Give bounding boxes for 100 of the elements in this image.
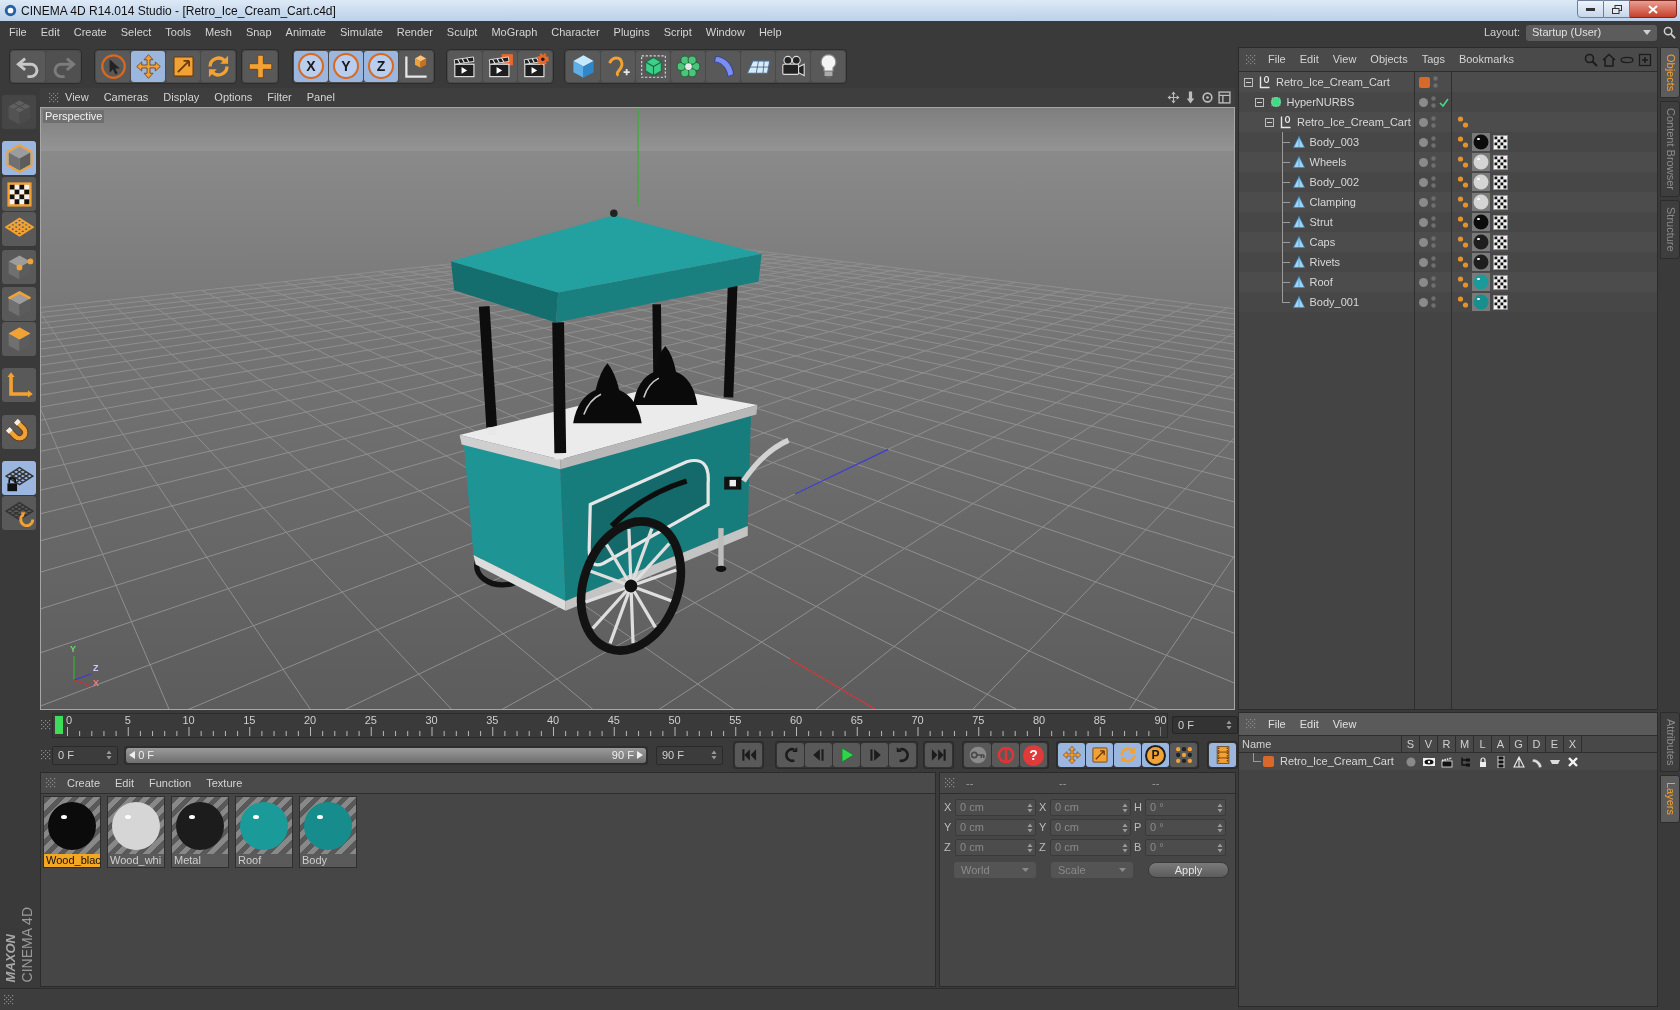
material-swatch[interactable]: Body — [299, 796, 357, 868]
dots-tag-icon[interactable] — [1457, 235, 1469, 249]
side-tab[interactable]: Content Browser — [1660, 101, 1680, 198]
four-arrows-icon[interactable] — [1167, 91, 1180, 104]
menu-item[interactable]: Simulate — [339, 27, 383, 38]
grip-icon[interactable] — [41, 720, 51, 730]
texture-mode-button[interactable] — [2, 177, 36, 211]
undo-button[interactable] — [11, 50, 45, 82]
checker-tag-icon[interactable] — [1493, 234, 1508, 250]
object-row[interactable]: Caps — [1239, 232, 1657, 252]
left-arrow-icon[interactable] — [129, 751, 136, 759]
render-view-button[interactable] — [448, 50, 482, 82]
visibility-dots-icon[interactable] — [1431, 255, 1436, 269]
checker-tag-icon[interactable] — [1493, 134, 1508, 150]
checker-tag-icon[interactable] — [1493, 194, 1508, 210]
side-tab[interactable]: Layers — [1660, 775, 1680, 823]
grip-icon[interactable] — [4, 994, 14, 1005]
check-icon[interactable] — [1439, 97, 1449, 107]
scale-key-button[interactable] — [1086, 743, 1113, 767]
checker-tag-icon[interactable] — [1493, 174, 1508, 190]
dots-tag-icon[interactable] — [1457, 115, 1469, 129]
grip-icon[interactable] — [41, 750, 51, 760]
selection-tool-button[interactable] — [96, 50, 130, 82]
points-mode-button[interactable] — [2, 250, 36, 284]
sphere-tag-icon[interactable] — [1472, 133, 1490, 151]
visibility-dots-icon[interactable] — [1431, 215, 1436, 229]
current-frame-field[interactable]: 0 F — [1172, 716, 1238, 734]
menu-item[interactable]: Function — [149, 777, 192, 789]
menu-item[interactable]: Create — [67, 777, 101, 789]
side-tab[interactable]: Objects — [1660, 47, 1680, 99]
visibility-dots-icon[interactable] — [1431, 155, 1436, 169]
triangle-icon[interactable] — [1513, 755, 1525, 768]
menu-item[interactable]: Edit — [115, 777, 134, 789]
orbit-icon[interactable] — [1201, 91, 1214, 104]
subdivision-button[interactable] — [636, 50, 670, 82]
light-button[interactable] — [811, 50, 845, 82]
point-level-key-button[interactable] — [1170, 743, 1197, 767]
menu-item[interactable]: Texture — [206, 777, 243, 789]
menu-item[interactable]: Character — [551, 27, 600, 38]
visibility-dots-icon[interactable] — [1431, 115, 1436, 129]
menu-item[interactable]: Window — [705, 27, 745, 38]
object-row[interactable]: Wheels — [1239, 152, 1657, 172]
visibility-dots-icon[interactable] — [1431, 295, 1436, 309]
menu-item[interactable]: Tools — [165, 27, 191, 38]
object-row[interactable]: Retro_Ice_Cream_Cart — [1239, 112, 1657, 132]
menu-item[interactable]: File — [1268, 718, 1286, 730]
menu-item[interactable]: Plugins — [613, 27, 650, 38]
sphere-tag-icon[interactable] — [1472, 253, 1490, 271]
visibility-dots-icon[interactable] — [1431, 195, 1436, 209]
parameter-key-button[interactable]: P — [1142, 743, 1169, 767]
visibility-dot-icon[interactable] — [1419, 197, 1428, 207]
visibility-dot-icon[interactable] — [1419, 97, 1428, 107]
menu-item[interactable]: MoGraph — [491, 27, 538, 38]
polygons-mode-button[interactable] — [2, 322, 36, 356]
column-header[interactable]: V — [1424, 738, 1433, 750]
position-key-button[interactable] — [1058, 743, 1085, 767]
menu-item[interactable]: Filter — [267, 92, 292, 103]
column-header[interactable]: G — [1514, 738, 1523, 750]
playhead-marker[interactable] — [55, 715, 63, 734]
checker-tag-icon[interactable] — [1493, 294, 1508, 310]
visibility-dot-icon[interactable] — [1419, 117, 1428, 127]
column-header[interactable]: L — [1479, 738, 1486, 750]
grip-icon[interactable] — [1246, 54, 1256, 65]
locked-workplane-button[interactable] — [2, 461, 36, 495]
spline-pen-button[interactable] — [601, 50, 635, 82]
axis-lock-button[interactable]: Z — [364, 50, 398, 82]
dots-tag-icon[interactable] — [1457, 195, 1469, 209]
dot-icon[interactable] — [1405, 755, 1417, 768]
column-header[interactable]: R — [1442, 738, 1451, 750]
next-key-button[interactable] — [889, 743, 916, 767]
sphere-tag-icon[interactable] — [1472, 213, 1490, 231]
scale-tool-button[interactable] — [166, 50, 200, 82]
help-button[interactable]: ? — [1020, 743, 1047, 767]
column-header[interactable]: S — [1406, 738, 1415, 750]
layer-row[interactable]: Retro_Ice_Cream_Cart — [1239, 753, 1657, 770]
render-picture-viewer-button[interactable] — [483, 50, 517, 82]
axis-lock-button[interactable]: X — [294, 50, 328, 82]
menu-item[interactable]: Tags — [1421, 54, 1445, 65]
search-icon[interactable] — [1663, 26, 1676, 39]
lock-icon[interactable] — [1477, 755, 1489, 768]
close-button[interactable] — [1630, 0, 1677, 18]
grip-icon[interactable] — [1246, 719, 1256, 729]
menu-item[interactable]: View — [1332, 718, 1357, 730]
menu-item[interactable]: View — [1332, 54, 1357, 65]
visibility-dot-icon[interactable] — [1419, 257, 1428, 267]
eye-icon[interactable] — [1423, 755, 1435, 768]
minimize-button[interactable] — [1577, 0, 1604, 18]
menu-item[interactable]: Sculpt — [446, 27, 478, 38]
layout-dropdown[interactable]: Startup (User) — [1526, 24, 1657, 41]
film-strip-icon[interactable] — [1495, 755, 1507, 768]
menu-item[interactable]: Bookmarks — [1458, 54, 1514, 65]
checker-tag-icon[interactable] — [1493, 254, 1508, 270]
menu-item[interactable]: Script — [663, 27, 692, 38]
axis-mode-button[interactable] — [2, 368, 36, 402]
dots-tag-icon[interactable] — [1457, 295, 1469, 309]
menu-item[interactable]: Create — [73, 27, 107, 38]
render-settings-button[interactable] — [518, 50, 552, 82]
menu-item[interactable]: Help — [758, 27, 782, 38]
spinner-arrows-icon[interactable] — [711, 750, 717, 760]
coordinate-system-button[interactable] — [399, 50, 433, 82]
